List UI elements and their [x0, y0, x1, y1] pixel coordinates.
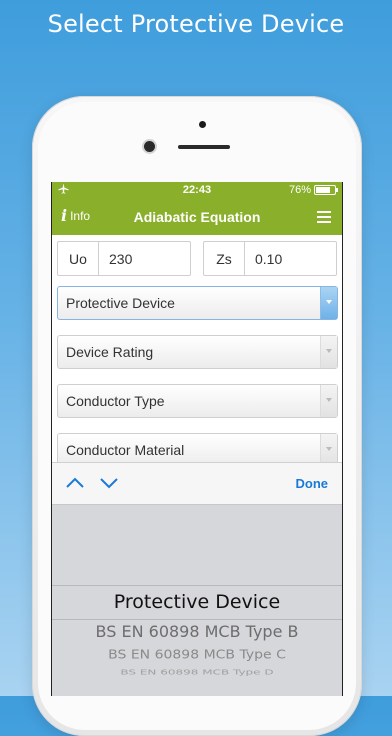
status-bar: 22:43 76% — [52, 182, 342, 199]
app-screen: 22:43 76% i Info Adiabatic Equation Uo 2… — [51, 182, 343, 696]
nav-bar: i Info Adiabatic Equation — [52, 199, 342, 235]
page-title: Adiabatic Equation — [133, 209, 261, 225]
dropdown-arrow-icon — [320, 336, 337, 368]
select-label: Conductor Material — [66, 442, 185, 458]
battery-percent: 76% — [288, 184, 311, 196]
zs-input[interactable]: 0.10 — [245, 242, 336, 275]
front-camera — [144, 141, 155, 152]
conductor-type-select[interactable]: Conductor Type — [57, 384, 338, 418]
voltage-impedance-row: Uo 230 Zs 0.10 — [57, 241, 337, 276]
picker-selection-line-top — [52, 585, 342, 586]
battery-icon — [314, 185, 338, 195]
hamburger-menu-icon[interactable] — [317, 211, 331, 223]
picker-selected-option[interactable]: Protective Device — [52, 591, 342, 613]
uo-label: Uo — [58, 242, 99, 275]
select-label: Protective Device — [66, 295, 175, 311]
battery-level — [316, 187, 330, 193]
battery-status: 76% — [288, 184, 338, 196]
chevron-up-icon[interactable] — [66, 477, 84, 489]
picker-toolbar: Done — [52, 462, 342, 505]
device-picker-wheel[interactable]: Protective Device BS EN 60898 MCB Type B… — [52, 504, 342, 696]
uo-input[interactable]: 230 — [99, 242, 190, 275]
select-label: Conductor Type — [66, 393, 165, 409]
earpiece-speaker — [178, 145, 230, 149]
done-button[interactable]: Done — [296, 476, 329, 491]
dropdown-arrow-icon — [320, 287, 337, 319]
headline: Select Protective Device — [47, 10, 345, 38]
picker-selection-line-bottom — [52, 619, 342, 620]
picker-option[interactable]: BS EN 60898 MCB Type D — [52, 668, 342, 676]
protective-device-select[interactable]: Protective Device — [57, 286, 338, 320]
device-rating-select[interactable]: Device Rating — [57, 335, 338, 369]
uo-field[interactable]: Uo 230 — [57, 241, 191, 276]
proximity-sensor — [199, 121, 206, 128]
zs-field[interactable]: Zs 0.10 — [203, 241, 337, 276]
chevron-down-icon[interactable] — [100, 477, 118, 489]
select-label: Device Rating — [66, 344, 154, 360]
picker-option[interactable]: BS EN 60898 MCB Type B — [52, 622, 342, 641]
dropdown-arrow-icon — [320, 385, 337, 417]
zs-label: Zs — [204, 242, 245, 275]
picker-option[interactable]: BS EN 60898 MCB Type C — [52, 648, 342, 662]
